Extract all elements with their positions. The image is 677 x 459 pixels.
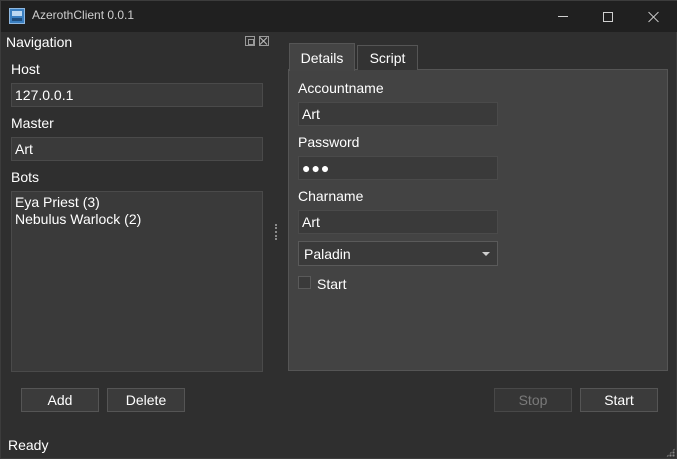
navigation-title: Navigation xyxy=(6,34,73,50)
list-item[interactable]: Eya Priest (3) xyxy=(15,194,259,211)
dock-float-icon[interactable] xyxy=(245,36,255,46)
master-input[interactable]: Art xyxy=(11,137,263,161)
app-icon xyxy=(9,8,25,24)
accountname-label: Accountname xyxy=(298,80,384,96)
class-select[interactable]: Paladin xyxy=(298,241,498,266)
delete-button[interactable]: Delete xyxy=(107,388,185,412)
chevron-down-icon xyxy=(482,252,490,256)
class-select-value: Paladin xyxy=(304,246,351,262)
host-label: Host xyxy=(11,61,40,77)
bots-label: Bots xyxy=(11,169,40,185)
status-text: Ready xyxy=(8,437,49,453)
password-input[interactable]: ●●● xyxy=(298,156,498,180)
dock-close-icon[interactable] xyxy=(259,36,269,46)
resize-grip-icon[interactable] xyxy=(666,448,675,457)
stop-button[interactable]: Stop xyxy=(494,388,572,412)
minimize-icon xyxy=(558,16,568,17)
charname-input[interactable]: Art xyxy=(298,210,498,234)
charname-label: Charname xyxy=(298,188,364,204)
start-checkbox[interactable] xyxy=(298,276,311,289)
start-button[interactable]: Start xyxy=(580,388,658,412)
title-bar[interactable]: AzerothClient 0.0.1 xyxy=(1,1,677,32)
host-input[interactable]: 127.0.0.1 xyxy=(11,83,263,107)
list-item[interactable]: Nebulus Warlock (2) xyxy=(15,211,259,228)
close-icon xyxy=(648,11,660,23)
tab-script[interactable]: Script xyxy=(357,45,418,70)
main-window: AzerothClient 0.0.1 Navigation Host 127.… xyxy=(0,0,677,459)
window-title: AzerothClient 0.0.1 xyxy=(32,8,135,22)
maximize-button[interactable] xyxy=(585,1,631,32)
start-checkbox-label[interactable]: Start xyxy=(317,276,347,292)
splitter-handle[interactable] xyxy=(275,224,277,240)
minimize-button[interactable] xyxy=(540,1,586,32)
accountname-input[interactable]: Art xyxy=(298,102,498,126)
tab-details[interactable]: Details xyxy=(289,43,355,71)
close-button[interactable] xyxy=(631,1,677,32)
master-label: Master xyxy=(11,115,54,131)
maximize-icon xyxy=(603,11,613,22)
bots-list[interactable]: Eya Priest (3) Nebulus Warlock (2) xyxy=(11,191,263,372)
add-button[interactable]: Add xyxy=(21,388,99,412)
password-label: Password xyxy=(298,134,360,150)
